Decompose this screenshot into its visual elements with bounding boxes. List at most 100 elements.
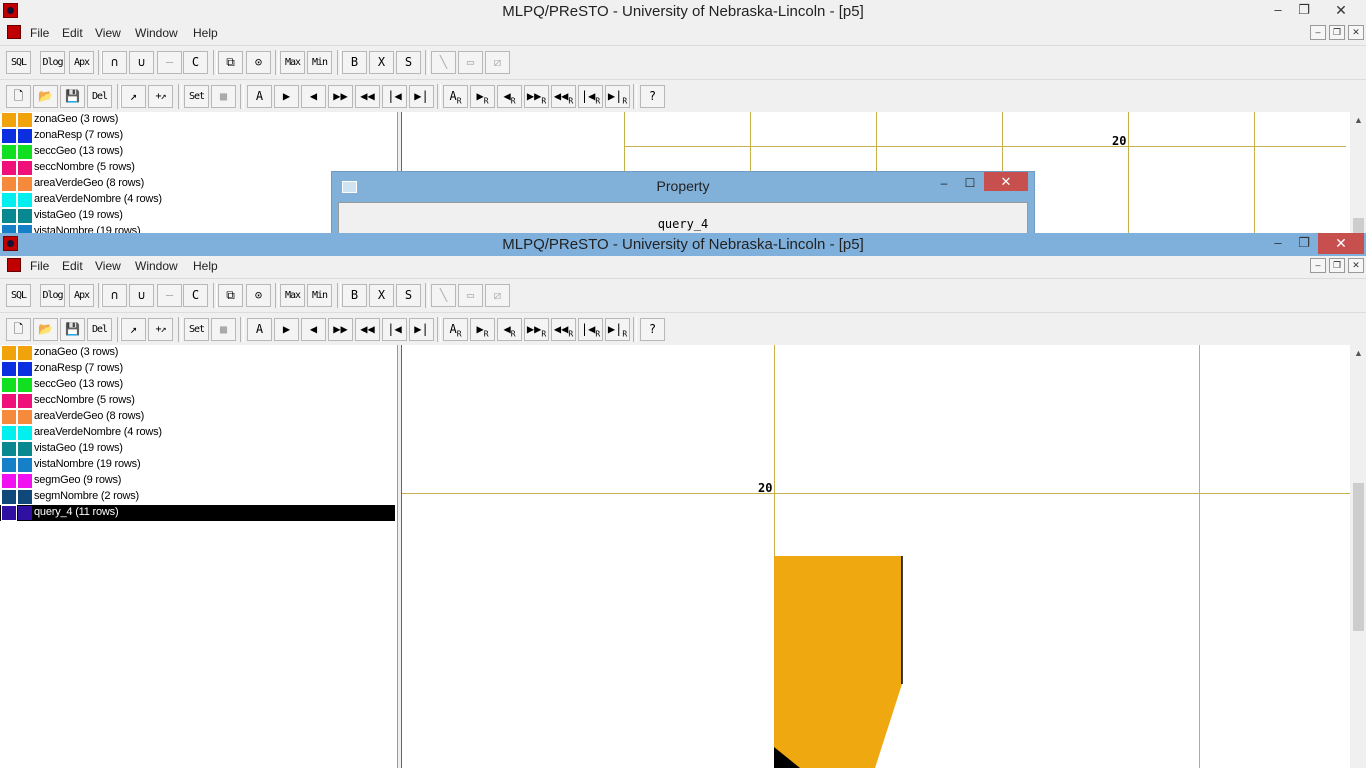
layer-color-swatch[interactable]: [2, 426, 16, 440]
x-button[interactable]: X: [369, 51, 394, 74]
layer-visibility-swatch[interactable]: [18, 378, 32, 392]
mdi-close-button[interactable]: ✕: [1348, 25, 1364, 40]
layer-color-swatch[interactable]: [2, 410, 16, 424]
s-button[interactable]: S: [396, 284, 421, 307]
layer-color-swatch[interactable]: [2, 378, 16, 392]
layer-color-swatch[interactable]: [2, 458, 16, 472]
step-back-reverse-icon[interactable]: ◀R: [497, 85, 522, 108]
layer-visibility-swatch[interactable]: [18, 458, 32, 472]
rectangle-tool-button[interactable]: ▭: [458, 284, 483, 307]
layer-visibility-swatch[interactable]: [18, 362, 32, 376]
delete-button[interactable]: Del: [87, 85, 112, 108]
play-icon[interactable]: ▶: [274, 85, 299, 108]
approximate-button[interactable]: Apx: [69, 51, 94, 74]
max-button[interactable]: Max: [280, 51, 305, 74]
mdi-restore-button[interactable]: ❐: [1329, 25, 1345, 40]
complement-button[interactable]: C: [183, 51, 208, 74]
layer-row[interactable]: zonaResp (7 rows): [0, 128, 395, 144]
menu-edit[interactable]: Edit: [62, 26, 83, 40]
layer-visibility-swatch[interactable]: [18, 394, 32, 408]
x-button[interactable]: X: [369, 284, 394, 307]
buffer-button[interactable]: ⧉: [218, 51, 243, 74]
bold-button[interactable]: B: [342, 284, 367, 307]
buffer-button[interactable]: ⧉: [218, 284, 243, 307]
circle-button[interactable]: ⊙: [246, 51, 271, 74]
s-button[interactable]: S: [396, 51, 421, 74]
vertical-scrollbar[interactable]: ▲: [1350, 345, 1366, 768]
zoom-in-icon[interactable]: +↗: [148, 85, 173, 108]
to-start-reverse-icon[interactable]: |◀R: [578, 318, 603, 341]
layer-color-swatch[interactable]: [2, 490, 16, 504]
circle-button[interactable]: ⊙: [246, 284, 271, 307]
menu-view[interactable]: View: [95, 259, 121, 273]
layer-row[interactable]: query_4 (11 rows): [0, 505, 395, 521]
layer-color-swatch[interactable]: [2, 177, 16, 191]
fill-color-icon[interactable]: ■: [211, 318, 236, 341]
mdi-close-button[interactable]: ✕: [1348, 258, 1364, 273]
foreground-title-bar[interactable]: MLPQ/PReSTO - University of Nebraska-Lin…: [0, 233, 1366, 256]
to-start-reverse-icon[interactable]: |◀R: [578, 85, 603, 108]
datalog-button[interactable]: Dlog: [40, 284, 65, 307]
layer-visibility-swatch[interactable]: [18, 346, 32, 360]
scroll-thumb[interactable]: [1353, 218, 1364, 234]
to-end-icon[interactable]: ▶|: [409, 318, 434, 341]
layer-visibility-swatch[interactable]: [18, 474, 32, 488]
layer-color-swatch[interactable]: [2, 161, 16, 175]
datalog-button[interactable]: Dlog: [40, 51, 65, 74]
layer-visibility-swatch[interactable]: [18, 410, 32, 424]
layer-row[interactable]: zonaGeo (3 rows): [0, 345, 395, 361]
scroll-up-arrow-icon[interactable]: ▲: [1350, 112, 1366, 129]
dialog-maximize-button[interactable]: ☐: [958, 175, 982, 191]
new-file-icon[interactable]: 🗋: [6, 318, 31, 341]
layer-row[interactable]: zonaGeo (3 rows): [0, 112, 395, 128]
intersection-button[interactable]: ∩: [102, 284, 127, 307]
menu-file[interactable]: File: [30, 259, 49, 273]
zoom-in-icon[interactable]: +↗: [148, 318, 173, 341]
to-end-icon[interactable]: ▶|: [409, 85, 434, 108]
layer-visibility-swatch[interactable]: [18, 113, 32, 127]
mdi-minimize-button[interactable]: –: [1310, 25, 1326, 40]
layer-color-swatch[interactable]: [2, 129, 16, 143]
background-title-bar[interactable]: MLPQ/PReSTO - University of Nebraska-Lin…: [0, 0, 1366, 23]
open-folder-icon[interactable]: 📂: [33, 318, 58, 341]
dialog-close-button[interactable]: ✕: [984, 172, 1028, 191]
fast-forward-reverse-icon[interactable]: ▶▶R: [524, 85, 549, 108]
to-start-icon[interactable]: |◀: [382, 318, 407, 341]
rewind-reverse-icon[interactable]: ◀◀R: [551, 318, 576, 341]
menu-file[interactable]: File: [30, 26, 49, 40]
layer-visibility-swatch[interactable]: [18, 442, 32, 456]
layer-visibility-swatch[interactable]: [18, 177, 32, 191]
save-icon[interactable]: 💾: [60, 318, 85, 341]
play-icon[interactable]: ▶: [274, 318, 299, 341]
zoom-out-icon[interactable]: ↗: [121, 85, 146, 108]
layer-row[interactable]: areaVerdeNombre (4 rows): [0, 425, 395, 441]
help-icon[interactable]: ?: [640, 85, 665, 108]
layer-color-swatch[interactable]: [2, 113, 16, 127]
layer-row[interactable]: seccGeo (13 rows): [0, 377, 395, 393]
animate-button[interactable]: A: [247, 85, 272, 108]
layer-visibility-swatch[interactable]: [18, 426, 32, 440]
close-button[interactable]: ✕: [1318, 0, 1364, 21]
menu-window[interactable]: Window: [135, 259, 178, 273]
layer-color-swatch[interactable]: [1, 505, 17, 521]
difference-button[interactable]: —: [157, 284, 182, 307]
union-button[interactable]: ∪: [129, 284, 154, 307]
layer-row[interactable]: zonaResp (7 rows): [0, 361, 395, 377]
menu-help[interactable]: Help: [193, 26, 218, 40]
save-icon[interactable]: 💾: [60, 85, 85, 108]
complement-button[interactable]: C: [183, 284, 208, 307]
layer-row[interactable]: segmGeo (9 rows): [0, 473, 395, 489]
fast-forward-reverse-icon[interactable]: ▶▶R: [524, 318, 549, 341]
layer-visibility-swatch[interactable]: [18, 209, 32, 223]
layer-color-swatch[interactable]: [2, 346, 16, 360]
fast-forward-icon[interactable]: ▶▶: [328, 318, 353, 341]
fill-color-icon[interactable]: ■: [211, 85, 236, 108]
layer-color-swatch[interactable]: [2, 145, 16, 159]
layer-row[interactable]: seccNombre (5 rows): [0, 393, 395, 409]
menu-window[interactable]: Window: [135, 26, 178, 40]
step-back-icon[interactable]: ◀: [301, 85, 326, 108]
approximate-button[interactable]: Apx: [69, 284, 94, 307]
rewind-icon[interactable]: ◀◀: [355, 85, 380, 108]
max-button[interactable]: Max: [280, 284, 305, 307]
play-reverse-icon[interactable]: ▶R: [470, 318, 495, 341]
